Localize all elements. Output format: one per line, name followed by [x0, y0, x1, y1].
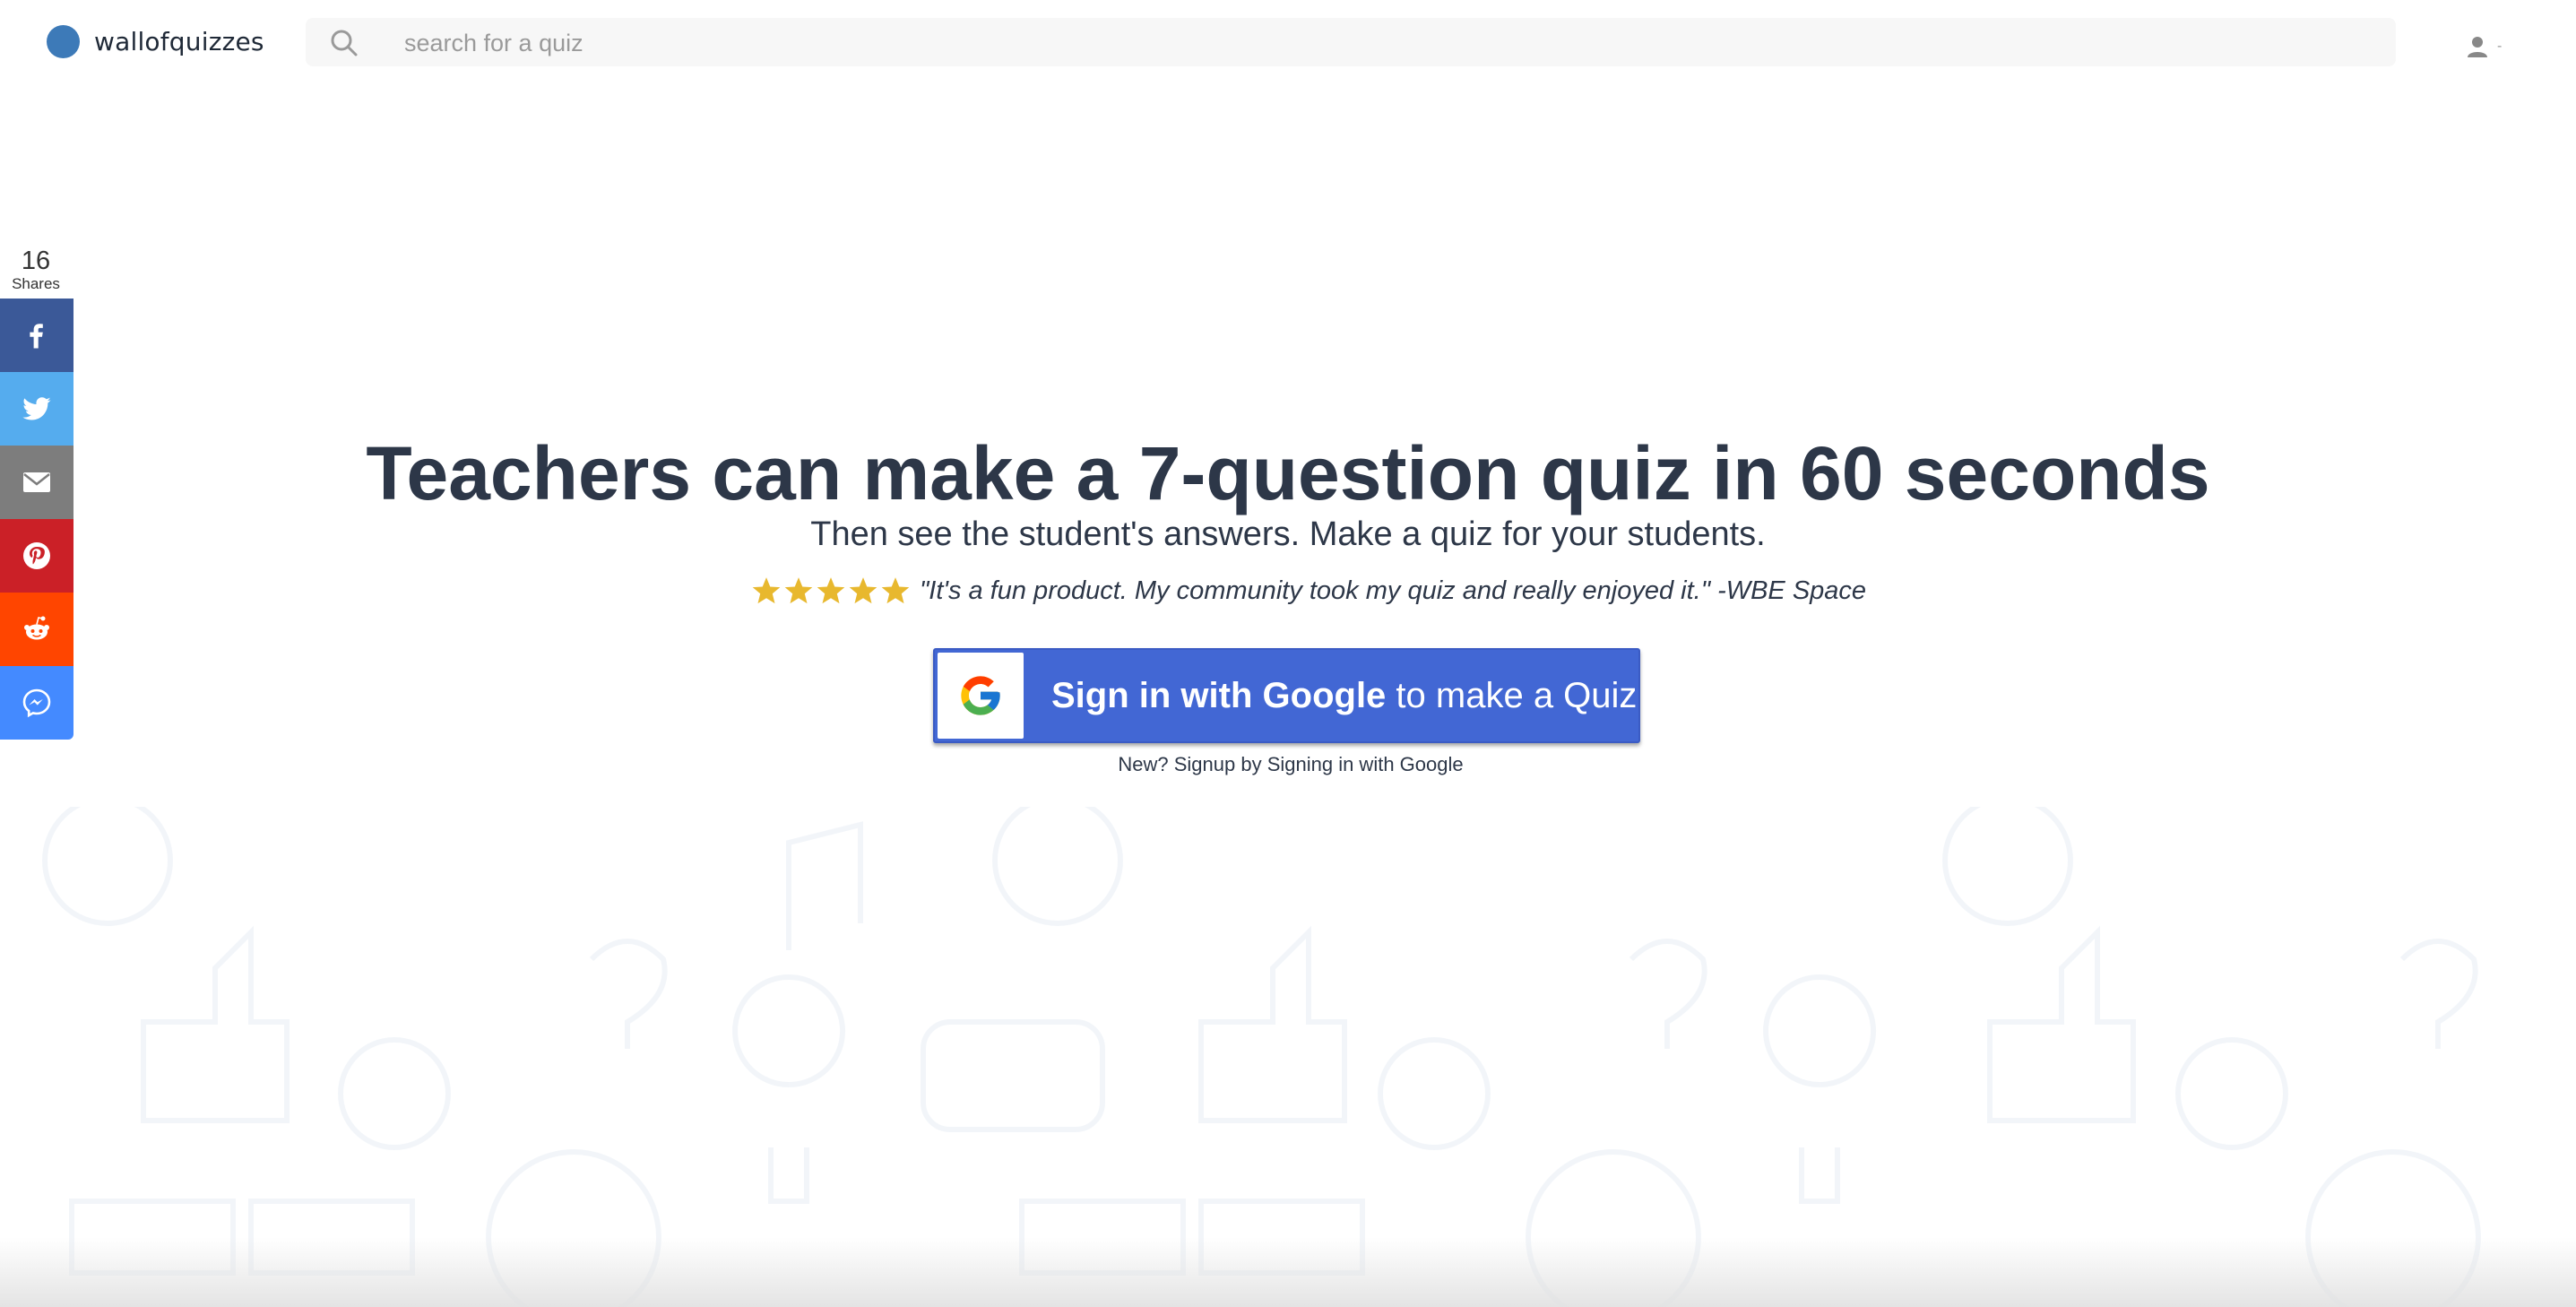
search-input[interactable] [402, 18, 2360, 68]
user-icon[interactable] [2465, 34, 2490, 59]
star-icon [752, 577, 781, 604]
star-icon [849, 577, 877, 604]
site-name: wallofquizzes [94, 27, 264, 56]
user-menu-caret: - [2497, 39, 2503, 54]
google-signin-label-rest: to make a Quiz [1386, 675, 1638, 715]
facebook-share-button[interactable] [0, 299, 73, 372]
star-icon [881, 577, 910, 604]
doodle-question-icon [1629, 939, 1707, 1049]
doodle-thumbs-up-icon [1198, 925, 1347, 1123]
star-icon [817, 577, 845, 604]
top-header: wallofquizzes - [0, 0, 2576, 85]
messenger-icon [22, 688, 51, 718]
star-icon [784, 577, 813, 604]
search-bar [306, 18, 2396, 68]
hero-title: Teachers can make a 7-question quiz in 6… [366, 431, 2210, 515]
share-count-number: 16 [21, 247, 51, 275]
doodle-question-icon [589, 939, 668, 1049]
doodle-thumbs-up-icon [1987, 925, 2136, 1123]
doodle-thumbs-up-icon [141, 925, 290, 1123]
reddit-share-button[interactable] [0, 593, 73, 666]
doodle-globe-icon [992, 807, 1123, 926]
twitter-icon [22, 397, 51, 420]
user-menu[interactable]: - [2465, 34, 2502, 59]
doodle-globe-icon [42, 807, 173, 926]
hero-subtitle: Then see the student's answers. Make a q… [810, 515, 1766, 553]
doodle-medal-icon [1378, 1037, 1491, 1150]
site-logo[interactable]: wallofquizzes [47, 25, 264, 58]
share-count-label: Shares [12, 275, 60, 292]
search-icon[interactable] [330, 29, 359, 57]
messenger-share-button[interactable] [0, 666, 73, 740]
rating-stars [751, 576, 912, 606]
doodle-medal-icon [2175, 1037, 2288, 1150]
doodle-lightbulb-icon [1763, 974, 1877, 1204]
google-logo-box [938, 653, 1024, 739]
logo-dot-icon [47, 25, 80, 58]
doodle-globe-icon [1942, 807, 2073, 926]
google-signin-label-bold: Sign in with Google [1051, 675, 1387, 715]
reddit-icon [24, 616, 49, 640]
doodle-lightbulb-icon [732, 974, 846, 1204]
google-signin-label: Sign in with Google to make a Quiz [1051, 650, 1637, 741]
signup-hint: New? Signup by Signing in with Google [1118, 753, 1464, 775]
doodle-question-icon [2399, 939, 2478, 1049]
google-signin-button[interactable]: Sign in with Google to make a Quiz [933, 648, 1640, 743]
google-g-icon [961, 676, 1000, 715]
doodle-music-note-icon [786, 821, 863, 950]
doodle-medal-icon [338, 1037, 451, 1150]
testimonial: "It's a fun product. My community took m… [751, 576, 1866, 606]
bottom-fade [0, 1237, 2576, 1307]
doodle-background [42, 807, 2481, 1307]
testimonial-text: "It's a fun product. My community took m… [920, 576, 1867, 605]
facebook-icon [30, 324, 43, 349]
doodle-play-icon [921, 1019, 1105, 1132]
share-count: 16 Shares [0, 247, 72, 293]
